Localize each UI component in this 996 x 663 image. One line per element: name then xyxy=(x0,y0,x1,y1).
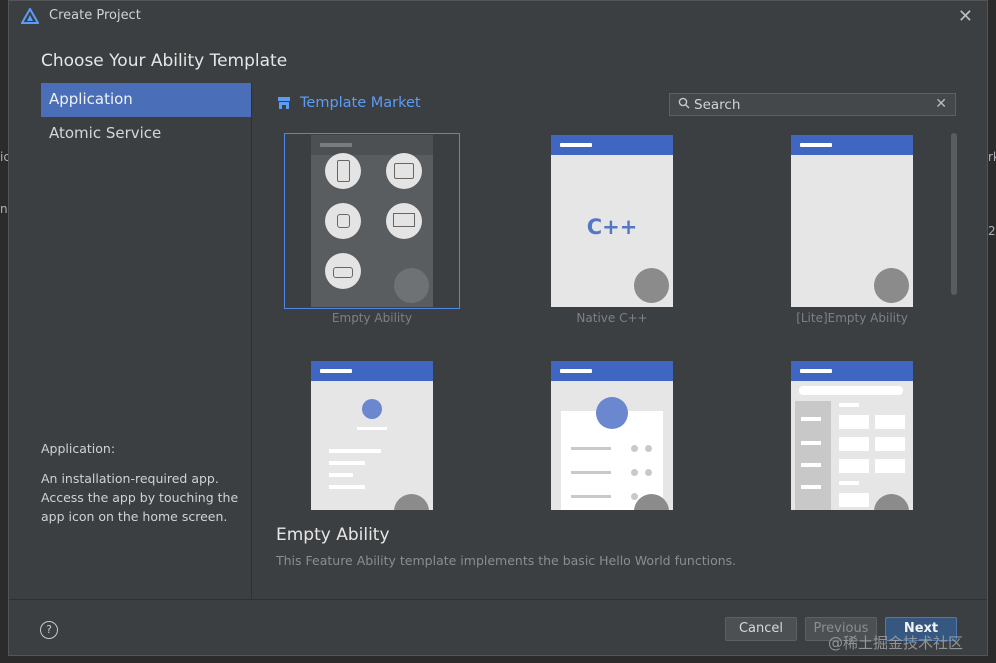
template-label: Empty Ability xyxy=(331,311,413,325)
cancel-button[interactable]: Cancel xyxy=(725,617,797,641)
ability-badge-icon xyxy=(634,268,669,303)
window-title: Create Project xyxy=(49,8,141,23)
template-detail-title: Empty Ability xyxy=(276,525,390,545)
app-logo-icon xyxy=(21,8,39,24)
description-title: Application: xyxy=(41,441,116,456)
help-icon[interactable]: ? xyxy=(40,621,58,639)
ability-badge-icon xyxy=(874,268,909,303)
footer-divider xyxy=(9,599,987,600)
template-card-native-cpp[interactable]: C++ xyxy=(551,135,673,307)
template-detail-description: This Feature Ability template implements… xyxy=(276,553,737,568)
close-icon[interactable]: ✕ xyxy=(958,6,973,27)
watermark: @稀土掘金技术社区 xyxy=(828,634,964,652)
template-market-label: Template Market xyxy=(300,95,421,111)
cpp-icon: C++ xyxy=(586,215,638,239)
search-box: ✕ xyxy=(669,93,956,116)
gallery-scrollbar[interactable] xyxy=(951,133,957,295)
background-text: 2( xyxy=(988,224,996,238)
search-input[interactable] xyxy=(694,95,924,114)
store-icon xyxy=(278,97,290,109)
nav-item-atomic-service[interactable]: Atomic Service xyxy=(41,117,251,151)
create-project-dialog: Create Project ✕ Choose Your Ability Tem… xyxy=(8,0,988,656)
search-icon xyxy=(678,97,690,109)
template-label: [Lite]Empty Ability xyxy=(796,311,908,325)
description-text: An installation-required app. Access the… xyxy=(41,471,239,524)
template-card-list[interactable] xyxy=(551,361,673,510)
clear-icon[interactable]: ✕ xyxy=(935,96,947,112)
background-text: n xyxy=(0,202,8,216)
page-title: Choose Your Ability Template xyxy=(41,51,288,71)
template-gallery: Empty Ability C++ Native C++ [Lite]Empty… xyxy=(275,125,955,510)
background-text: rk xyxy=(988,150,996,164)
template-card-profile[interactable] xyxy=(311,361,433,510)
template-market-link[interactable]: Template Market xyxy=(277,95,421,111)
title-bar: Create Project ✕ xyxy=(9,1,987,31)
ability-badge-icon xyxy=(394,494,429,510)
nav-item-application[interactable]: Application xyxy=(41,83,251,117)
ability-badge-icon xyxy=(874,494,909,510)
template-selection-frame xyxy=(284,133,460,309)
template-card-grid[interactable] xyxy=(791,361,913,510)
template-label: Native C++ xyxy=(576,311,648,325)
template-card-lite-empty-ability[interactable] xyxy=(791,135,913,307)
